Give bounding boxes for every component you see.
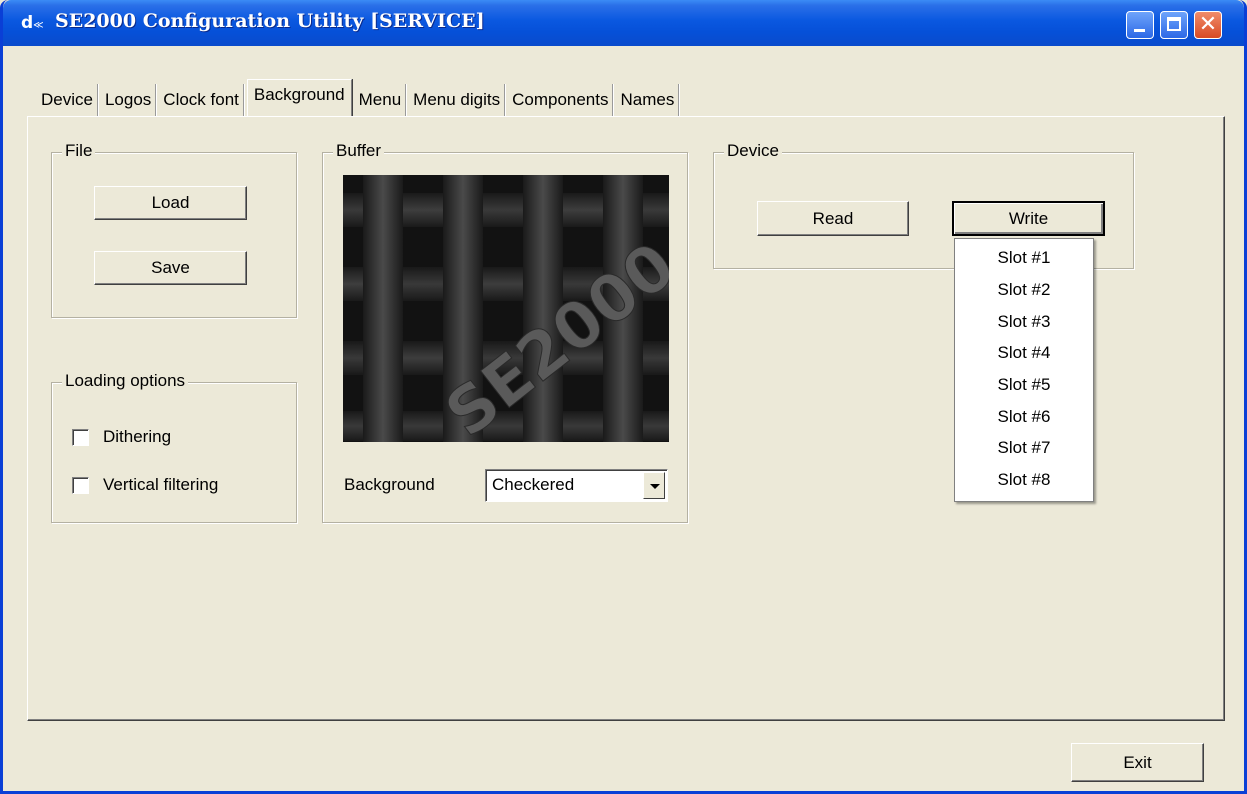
menu-item-slot-2[interactable]: Slot #2	[955, 274, 1093, 305]
file-group: File	[51, 141, 297, 318]
buffer-group-title: Buffer	[333, 141, 385, 161]
menu-item-slot-3[interactable]: Slot #3	[955, 306, 1093, 337]
app-icon-suffix: ≪	[33, 20, 44, 31]
tab-clock-font[interactable]: Clock font	[159, 84, 244, 116]
dithering-label[interactable]: Dithering	[103, 427, 171, 447]
background-select[interactable]: Checkered	[485, 469, 668, 502]
vertical-filtering-label[interactable]: Vertical filtering	[103, 475, 218, 495]
menu-item-slot-5[interactable]: Slot #5	[955, 369, 1093, 400]
write-button[interactable]: Write	[952, 201, 1105, 236]
maximize-icon	[1167, 17, 1181, 31]
background-select-value: Checkered	[492, 475, 575, 494]
tab-background[interactable]: Background	[246, 79, 352, 116]
dithering-checkbox[interactable]	[72, 429, 89, 446]
menu-item-slot-8[interactable]: Slot #8	[955, 464, 1093, 495]
app-icon-glyph: d	[21, 13, 34, 33]
tab-names[interactable]: Names	[616, 84, 680, 116]
tab-menu[interactable]: Menu	[355, 84, 407, 116]
menu-item-slot-4[interactable]: Slot #4	[955, 337, 1093, 368]
vertical-filtering-checkbox[interactable]	[72, 477, 89, 494]
save-button[interactable]: Save	[94, 251, 247, 285]
buffer-preview-image: SE2000	[343, 175, 669, 442]
load-button[interactable]: Load	[94, 186, 247, 220]
close-button[interactable]: ✕	[1194, 11, 1222, 39]
loading-options-title: Loading options	[62, 371, 189, 391]
menu-item-slot-6[interactable]: Slot #6	[955, 401, 1093, 432]
tab-logos[interactable]: Logos	[101, 84, 157, 116]
file-group-title: File	[62, 141, 96, 161]
read-button[interactable]: Read	[757, 201, 909, 236]
close-icon: ✕	[1198, 12, 1218, 37]
exit-button[interactable]: Exit	[1071, 743, 1204, 782]
tab-components[interactable]: Components	[508, 84, 614, 116]
tab-menu-digits[interactable]: Menu digits	[409, 84, 506, 116]
tab-device[interactable]: Device	[37, 84, 98, 116]
loading-options-group: Loading options	[51, 371, 297, 523]
maximize-button[interactable]	[1160, 11, 1188, 39]
tab-strip: Device Logos Clock font Background Menu …	[37, 79, 682, 116]
app-icon[interactable]: d≪	[21, 12, 49, 34]
minimize-icon	[1134, 29, 1145, 32]
title-bar[interactable]: d≪ SE2000 Configuration Utility [SERVICE…	[3, 0, 1244, 46]
menu-item-slot-1[interactable]: Slot #1	[955, 242, 1093, 273]
device-group-title: Device	[724, 141, 782, 161]
woven-background-pattern: SE2000	[343, 175, 669, 442]
background-label: Background	[344, 475, 435, 494]
app-window: d≪ SE2000 Configuration Utility [SERVICE…	[0, 0, 1247, 794]
write-slot-menu: Slot #1 Slot #2 Slot #3 Slot #4 Slot #5 …	[954, 238, 1094, 502]
dropdown-arrow-icon[interactable]	[643, 472, 665, 499]
menu-item-slot-7[interactable]: Slot #7	[955, 432, 1093, 463]
window-title: SE2000 Configuration Utility [SERVICE]	[55, 10, 485, 32]
minimize-button[interactable]	[1126, 11, 1154, 39]
